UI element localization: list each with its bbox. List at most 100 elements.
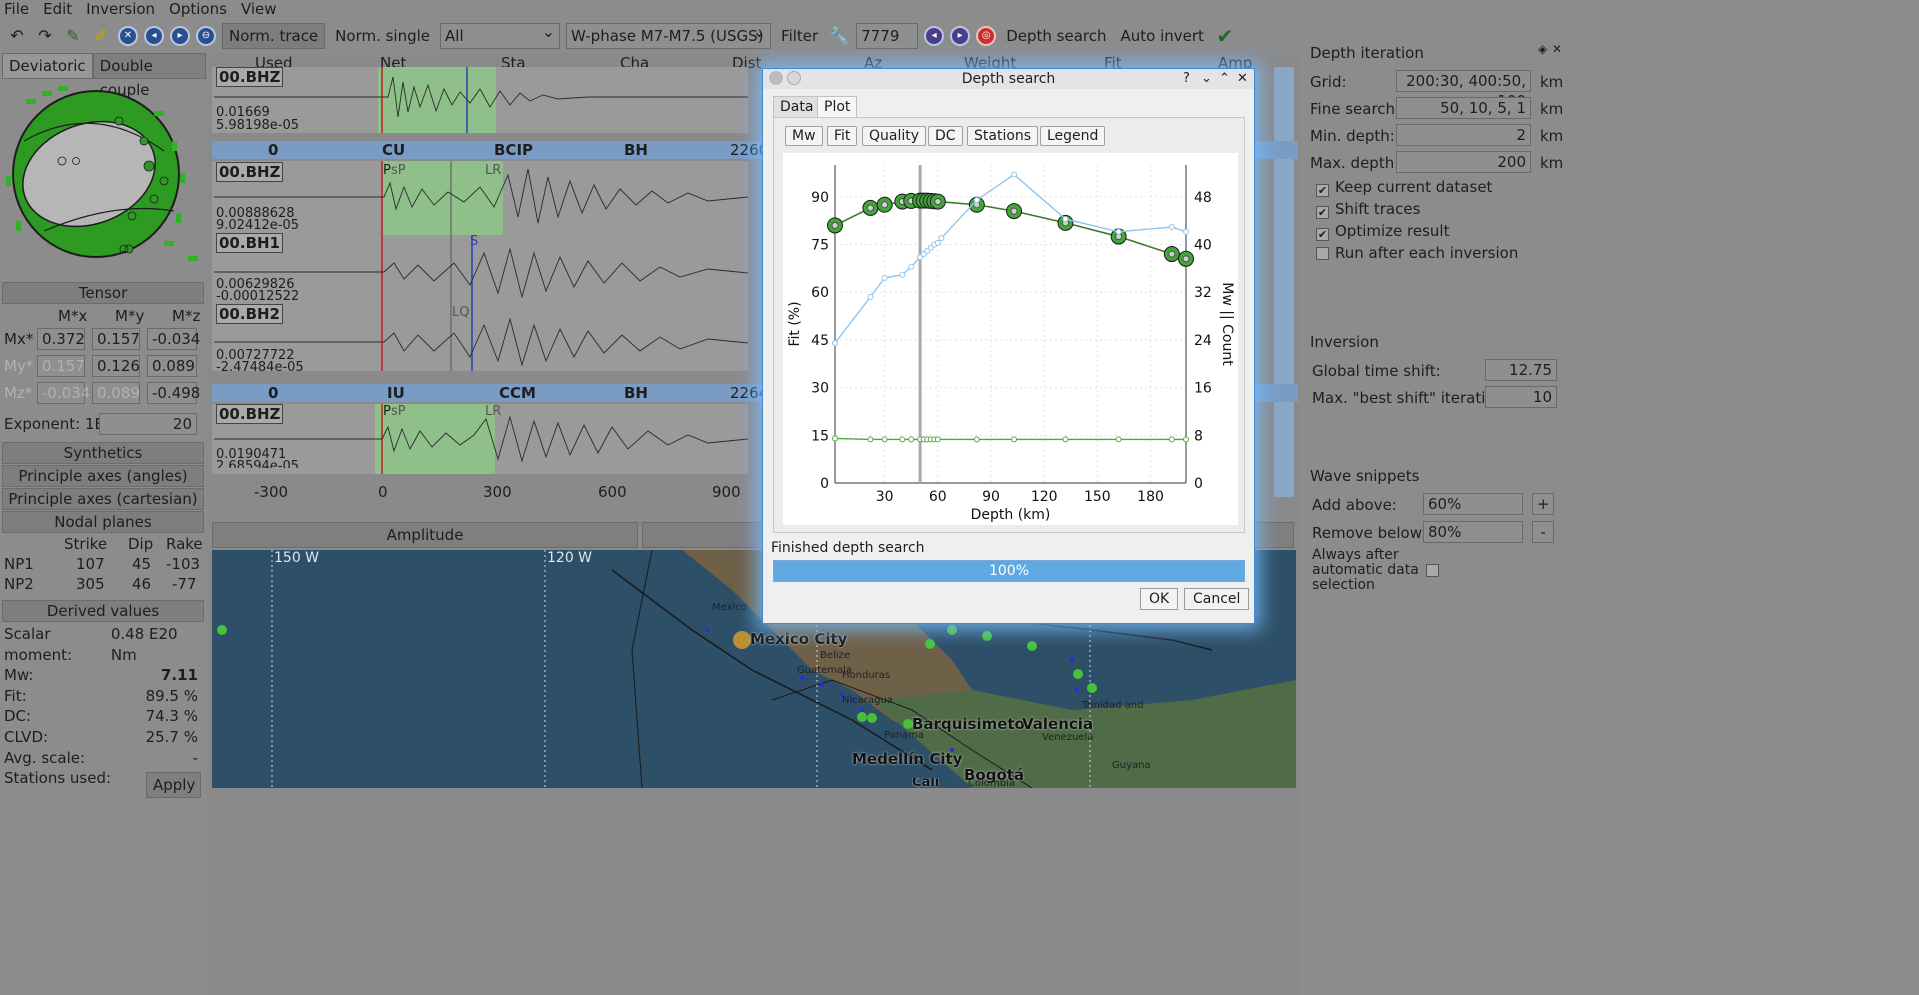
dialog-titlebar[interactable]: Depth search ? ⌄ ⌃ ✕ (763, 69, 1254, 89)
pick-icon[interactable]: ✎ (62, 25, 84, 47)
best-shift-field[interactable]: 10 (1485, 386, 1557, 408)
menubar: File Edit Inversion Options View (0, 0, 1919, 18)
stations-button[interactable]: Stations (967, 126, 1039, 146)
remove-below-minus-button[interactable]: - (1532, 521, 1554, 543)
row-label-mx: Mx* (4, 330, 34, 348)
shift-traces-checkbox[interactable]: ✔ Shift traces (1316, 200, 1420, 219)
group-used: 0 (268, 141, 279, 159)
apply-button[interactable]: Apply (146, 772, 201, 798)
pa-cartesian-header[interactable]: Principle axes (cartesian) (2, 488, 204, 510)
time-tick: -300 (254, 483, 289, 501)
close-icon[interactable]: ✕ (1237, 69, 1248, 89)
tensor-cell[interactable]: 0.089 (147, 355, 197, 377)
tensor-cell[interactable]: 0.126 (92, 355, 140, 377)
filter-button[interactable]: Filter (777, 23, 822, 49)
next-event-icon[interactable]: ▸ (950, 25, 971, 46)
nodal-planes-header[interactable]: Nodal planes (2, 511, 204, 533)
target-icon[interactable]: ◎ (976, 25, 997, 46)
tensor-cell[interactable]: 0.157 (92, 328, 140, 350)
prev-event-icon[interactable]: ◂ (924, 25, 945, 46)
depth-plot[interactable]: 30 60 90 120 150 180 0 15 30 45 60 75 90 0 8 16 24 32 40 48… (783, 153, 1238, 525)
depth-search-button[interactable]: Depth search (1002, 23, 1110, 49)
count-spinbox[interactable]: 7779 ⇕ (856, 22, 919, 69)
station-filter-combo[interactable]: All (440, 20, 561, 49)
np2-rake: -77 (172, 575, 197, 593)
np1-label: NP1 (4, 555, 34, 573)
checkmark-icon[interactable]: ✔ (1214, 24, 1236, 48)
tensor-cell[interactable]: -0.034 (147, 328, 200, 350)
tensor-cell[interactable]: -0.498 (147, 382, 200, 404)
zoom-icon[interactable]: ⊖ (196, 25, 216, 46)
cancel-button[interactable]: Cancel (1184, 588, 1250, 610)
menu-inversion[interactable]: Inversion (86, 0, 155, 18)
max-depth-unit: km (1540, 154, 1564, 172)
fit-point-inner (1168, 250, 1176, 258)
ok-button[interactable]: OK (1140, 588, 1179, 610)
count-point (934, 436, 941, 443)
dc-button[interactable]: DC (928, 126, 963, 146)
global-shift-field[interactable]: 12.75 (1485, 359, 1557, 381)
undo-icon[interactable]: ↶ (6, 25, 28, 47)
redo-icon[interactable]: ↷ (34, 25, 56, 47)
grid-field[interactable]: 200:30, 400:50, 100 (1396, 70, 1531, 110)
prev-icon[interactable]: ◂ (144, 25, 164, 46)
menu-edit[interactable]: Edit (43, 0, 72, 18)
wrench-icon[interactable]: 🔧 (828, 25, 850, 47)
next-icon[interactable]: ▸ (170, 25, 190, 46)
tab-deviatoric[interactable]: Deviatoric (2, 53, 93, 79)
mw-button[interactable]: Mw (785, 126, 823, 146)
fine-field[interactable]: 50, 10, 5, 1 (1396, 97, 1531, 119)
menu-file[interactable]: File (4, 0, 29, 18)
menu-options[interactable]: Options (169, 0, 227, 18)
zoom-fit-icon[interactable]: ✕ (118, 25, 138, 46)
y2-tick-label: 0 (1194, 476, 1203, 492)
menu-view[interactable]: View (241, 0, 277, 18)
y2-tick-label: 16 (1194, 381, 1212, 397)
count-point (867, 436, 874, 443)
tensor-header[interactable]: Tensor (2, 282, 204, 304)
count-point (973, 436, 980, 443)
auto-invert-button[interactable]: Auto invert (1116, 23, 1207, 49)
country-label: Guyana (1112, 760, 1151, 771)
norm-single-button[interactable]: Norm. single (331, 23, 434, 49)
trace-label: 00.BH1 (216, 233, 283, 253)
float-icon[interactable]: ◈ (1538, 42, 1547, 56)
tab-amplitude[interactable]: Amplitude (212, 522, 638, 548)
phase-s: S (470, 234, 479, 249)
exponent-field[interactable]: 20 (99, 413, 197, 435)
synthetics-header[interactable]: Synthetics (2, 442, 204, 464)
help-icon[interactable]: ? (1183, 69, 1190, 89)
tab-double-couple[interactable]: Double couple (92, 53, 206, 99)
pin-icon[interactable] (787, 71, 801, 85)
max-depth-field[interactable]: 200 (1396, 151, 1531, 173)
keep-dataset-checkbox[interactable]: ✔ Keep current dataset (1316, 178, 1492, 197)
fit-point-inner (934, 198, 942, 205)
remove-below-label: Remove below: (1312, 524, 1427, 542)
remove-below-field[interactable]: 80% (1423, 521, 1523, 543)
add-above-plus-button[interactable]: + (1532, 493, 1554, 515)
maximize-icon[interactable]: ⌃ (1219, 69, 1230, 89)
always-after-checkbox[interactable] (1426, 564, 1439, 577)
pa-angles-header[interactable]: Principle axes (angles) (2, 465, 204, 487)
tab-plot[interactable]: Plot (817, 96, 858, 118)
group-cha: BH (624, 384, 648, 402)
close-icon[interactable]: ✕ (1552, 42, 1562, 56)
minimize-icon[interactable]: ⌄ (1201, 69, 1212, 89)
optimize-checkbox[interactable]: ✔ Optimize result (1316, 222, 1449, 241)
brush-icon[interactable]: ✐ (90, 25, 112, 47)
fit-point-inner (1010, 207, 1018, 215)
event-combo[interactable]: W-phase M7-M7.5 (USGS) (566, 20, 772, 49)
tensor-cell[interactable]: 0.372 (37, 328, 85, 350)
trace-amp: 9.02412e-05 (216, 218, 299, 233)
col-mz: M*z (172, 307, 201, 325)
min-depth-field[interactable]: 2 (1396, 124, 1531, 146)
fit-button[interactable]: Fit (827, 126, 858, 146)
derived-header[interactable]: Derived values (2, 600, 204, 622)
norm-trace-button[interactable]: Norm. trace (222, 22, 326, 49)
run-after-checkbox[interactable]: Run after each inversion (1316, 244, 1518, 262)
legend-button[interactable]: Legend (1040, 126, 1106, 146)
add-above-field[interactable]: 60% (1423, 493, 1523, 515)
count-point (1168, 436, 1175, 443)
tab-data[interactable]: Data (773, 96, 821, 118)
quality-button[interactable]: Quality (862, 126, 927, 146)
